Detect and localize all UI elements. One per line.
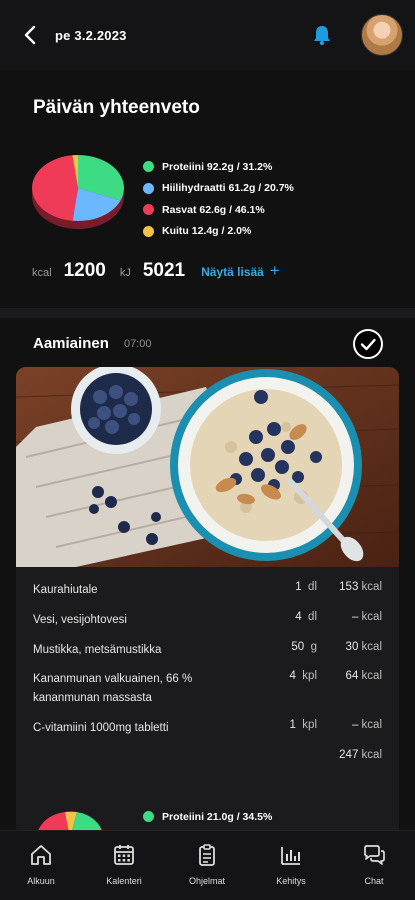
food-name: Vesi, vesijohtovesi	[33, 614, 127, 626]
avatar[interactable]	[361, 14, 403, 56]
main-content[interactable]: Päivän yhteenveto Proteiini 92.2g / 31.2…	[0, 70, 415, 838]
kcal-value: 1200	[63, 260, 106, 281]
legend-item: Hiilihydraatti 61.2g / 20.7%	[143, 178, 294, 200]
top-bar: pe 3.2.2023	[0, 0, 415, 70]
legend-item: Proteiini 21.0g / 34.5%	[143, 806, 272, 828]
plus-icon[interactable]: +	[270, 261, 280, 281]
calendar-icon	[114, 845, 134, 865]
nav-item-progress[interactable]: Kehitys	[258, 831, 324, 900]
meal-time: 07:00	[124, 338, 152, 350]
summary-title: Päivän yhteenveto	[33, 97, 200, 118]
nav-item-programs[interactable]: Ohjelmat	[174, 831, 240, 900]
food-amount: 4 dl	[295, 611, 317, 623]
food-amount: 1 dl	[295, 581, 317, 593]
legend-dot	[143, 204, 154, 216]
meal-card[interactable]: Kaurahiutale 1 dl 153 kcal Vesi, vesijoh…	[16, 367, 399, 837]
food-amount: 50 g	[291, 641, 317, 653]
food-name: Kananmunan valkuainen, 66 % kananmunan m…	[33, 673, 193, 704]
meal-total-kcal: 247 kcal	[339, 749, 382, 761]
nav-label: Alkuun	[27, 876, 55, 886]
food-kcal: 30 kcal	[345, 641, 382, 653]
food-name: Kaurahiutale	[33, 584, 98, 596]
nav-label: Ohjelmat	[188, 876, 225, 886]
meal-macro-legend: Proteiini 21.0g / 34.5%	[143, 806, 272, 828]
legend-label: Kuitu 12.4g / 2.0%	[162, 225, 252, 238]
energy-summary: kcal 1200 kJ 5021 Näytä lisää +	[32, 260, 280, 282]
checkmark-icon	[360, 338, 376, 351]
legend-item: Proteiini 92.2g / 31.2%	[143, 156, 294, 178]
food-amount: 1 kpl	[289, 719, 318, 731]
legend-label: Hiilihydraatti 61.2g / 20.7%	[162, 182, 294, 195]
food-name: C-vitamiini 1000mg tabletti	[33, 722, 169, 734]
macro-legend: Proteiini 92.2g / 31.2% Hiilihydraatti 61…	[143, 156, 294, 242]
section-divider	[0, 308, 415, 318]
date-label[interactable]: pe 3.2.2023	[55, 28, 127, 43]
bell-icon[interactable]	[312, 24, 332, 46]
nav-label: Kalenteri	[106, 876, 142, 886]
bottom-navigation: Alkuun Kalenteri Ohjelmat Kehitys Chat	[0, 830, 415, 900]
home-icon	[31, 845, 51, 865]
legend-dot	[143, 161, 154, 173]
food-name: Mustikka, metsämustikka	[33, 644, 162, 656]
food-kcal: 153 kcal	[339, 581, 382, 593]
legend-label: Rasvat 62.6g / 46.1%	[162, 203, 265, 216]
macro-pie-chart	[31, 155, 124, 229]
meal-title: Aamiainen	[33, 335, 109, 352]
legend-label: Proteiini 92.2g / 31.2%	[162, 160, 273, 173]
legend-dot	[143, 225, 154, 237]
back-arrow-icon[interactable]	[22, 24, 40, 46]
kcal-unit: kcal	[32, 267, 52, 279]
food-kcal: – kcal	[351, 611, 382, 623]
nav-item-home[interactable]: Alkuun	[8, 831, 74, 900]
chat-icon	[364, 845, 385, 865]
kj-value: 5021	[142, 260, 186, 281]
meal-done-checkbox[interactable]	[353, 329, 383, 359]
bar-chart-icon	[281, 847, 300, 865]
legend-label: Proteiini 21.0g / 34.5%	[162, 810, 273, 823]
nav-label: Kehitys	[276, 876, 306, 886]
show-more-link[interactable]: Näytä lisää	[201, 265, 264, 279]
legend-dot	[143, 182, 154, 194]
food-kcal: – kcal	[351, 719, 382, 731]
meal-photo	[16, 367, 399, 567]
food-kcal: 64 kcal	[345, 670, 382, 682]
clipboard-icon	[199, 844, 215, 866]
kj-unit: kJ	[119, 267, 131, 279]
nav-item-chat[interactable]: Chat	[341, 831, 407, 900]
nav-label: Chat	[364, 876, 384, 886]
nav-item-calendar[interactable]: Kalenteri	[91, 831, 157, 900]
legend-item: Rasvat 62.6g / 46.1%	[143, 199, 294, 221]
legend-item: Kuitu 12.4g / 2.0%	[143, 221, 294, 243]
legend-dot	[143, 811, 154, 823]
food-amount: 4 kpl	[289, 670, 318, 682]
